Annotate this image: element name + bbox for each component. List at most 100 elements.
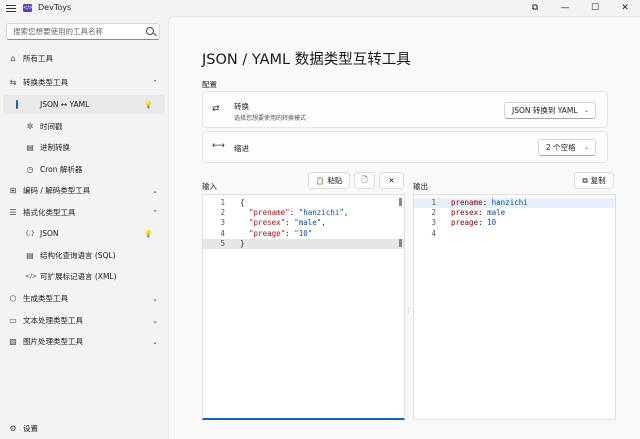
gear-icon: ⚙	[9, 423, 17, 433]
indent-title: 缩进	[234, 144, 249, 153]
code-token: :	[289, 208, 299, 218]
sidebar-group-graphic[interactable]: ▨ 图片处理类型工具 ⌄	[3, 332, 165, 351]
sidebar-item-json-yaml[interactable]: JSON ↔ YAML 💡	[3, 95, 165, 114]
code-token: prename	[451, 198, 483, 207]
code-text: }	[240, 239, 245, 249]
code-token: ,	[343, 208, 349, 218]
copy-label: 复制	[590, 176, 606, 185]
code-token: }	[240, 238, 245, 248]
paste-button[interactable]: 📋 粘贴	[308, 172, 350, 189]
code-token: "preage"	[249, 228, 286, 238]
sidebar-group-encoders[interactable]: ⊞ 编码 / 解码类型工具 ⌄	[3, 181, 165, 200]
sidebar-group-converters[interactable]: ⇆ 转换类型工具 ⌃	[3, 73, 165, 92]
sidebar-item-settings[interactable]: ⚙ 设置	[3, 419, 165, 438]
code-token: 10	[487, 218, 497, 228]
output-editor[interactable]: 1 prename: hanzichi 2 presex: male 3 preage: …	[413, 194, 616, 420]
sidebar-item-sql-formatter[interactable]: ▤ 结构化查询语言 (SQL)	[3, 246, 165, 265]
sidebar-item-timestamp[interactable]: ✲ 时间戳	[3, 117, 165, 136]
indent-dropdown[interactable]: 2 个空格 ⌄	[538, 139, 596, 156]
sidebar-item-xml-formatter[interactable]: </> 可扩展标记语言 (XML)	[3, 267, 165, 286]
sidebar-group-generators[interactable]: ⬡ 生成类型工具 ⌄	[3, 289, 165, 308]
code-line: 4	[414, 229, 615, 239]
sidebar-item-json-formatter[interactable]: {;} JSON 💡	[3, 224, 165, 243]
chevron-up-icon[interactable]: ⌃	[152, 209, 158, 217]
sidebar-item-label: 所有工具	[23, 54, 53, 63]
snap-layout-icon[interactable]: ⧉	[520, 0, 550, 16]
code-token: :	[285, 218, 295, 228]
search-input[interactable]	[7, 24, 137, 39]
hamburger-menu-icon[interactable]	[6, 3, 16, 13]
clear-button[interactable]: ✕	[379, 172, 404, 189]
line-number: 1	[431, 198, 436, 207]
line-number: 4	[431, 228, 436, 238]
sidebar-item-label: 文本处理类型工具	[23, 316, 83, 325]
search-box[interactable]	[6, 23, 160, 40]
maximize-button[interactable]: ☐	[580, 0, 610, 16]
sidebar-item-number-base[interactable]: ▤ 进制转换	[3, 138, 165, 157]
sidebar-item-label: 生成类型工具	[23, 294, 68, 303]
code-token: :	[478, 208, 488, 218]
chevron-down-icon[interactable]: ⌄	[152, 295, 158, 303]
code-text: "prename": "hanzichi",	[240, 208, 348, 218]
number-base-icon: ▤	[26, 142, 34, 152]
line-number: 3	[220, 218, 225, 228]
sidebar-item-label: 时间戳	[40, 122, 63, 131]
conversion-mode-value: JSON 转换到 YAML	[512, 106, 578, 115]
pane-splitter[interactable]: ⋮	[405, 307, 412, 315]
indent-icon: ⟷	[212, 141, 225, 151]
line-number: 3	[431, 218, 436, 228]
generator-icon: ⬡	[9, 293, 17, 303]
json-icon: {;}	[25, 229, 35, 237]
code-token: "10"	[294, 228, 313, 238]
input-editor[interactable]: 1{2 "prename": "hanzichi", 3 "presex": "m…	[202, 194, 405, 420]
conversion-setting-card: ⇄ 转换 选择您想要使用的转换模式 JSON 转换到 YAML ⌄	[202, 91, 608, 128]
sidebar-group-text[interactable]: ▭ 文本处理类型工具 ⌄	[3, 311, 165, 330]
code-text: "preage": "10"	[240, 229, 312, 239]
app-title: DevToys	[38, 3, 72, 12]
sidebar-item-label: 转换类型工具	[23, 78, 68, 87]
indent-setting-card: ⟷ 缩进 2 个空格 ⌄	[202, 131, 608, 163]
code-line: 1 prename: hanzichi	[414, 198, 615, 208]
text-icon: ▭	[9, 315, 17, 325]
sidebar-item-label: 结构化查询语言 (SQL)	[40, 251, 116, 260]
chevron-down-icon[interactable]: ⌄	[152, 338, 158, 346]
file-icon: 🗋	[361, 175, 368, 184]
chevron-down-icon[interactable]: ⌄	[152, 317, 158, 325]
sidebar-item-label: 设置	[23, 424, 38, 433]
search-icon[interactable]	[146, 27, 154, 35]
clock-icon: ◷	[26, 164, 34, 174]
sql-icon: ▤	[26, 250, 34, 260]
sidebar-group-formatters[interactable]: ☰ 格式化类型工具 ⌃	[3, 203, 165, 222]
code-text: prename: hanzichi	[451, 198, 528, 208]
sidebar-item-all-tools[interactable]: ⌂ 所有工具	[3, 49, 165, 68]
code-line: 2 "prename": "hanzichi",	[203, 208, 404, 218]
conversion-subtitle: 选择您想要使用的转换模式	[234, 115, 307, 122]
chevron-up-icon[interactable]: ⌃	[152, 79, 158, 87]
code-token: hanzichi	[491, 198, 528, 207]
open-file-button[interactable]: 🗋	[354, 172, 375, 189]
sidebar-item-cron-parser[interactable]: ◷ Cron 解析器	[3, 160, 165, 179]
convert-icon: ⇆	[9, 77, 17, 87]
input-label: 输入	[202, 182, 217, 191]
image-icon: ▨	[9, 336, 17, 346]
paste-label: 粘贴	[327, 176, 343, 185]
xml-icon: </>	[25, 272, 38, 280]
sidebar-item-label: 可扩展标记语言 (XML)	[40, 272, 117, 281]
line-number: 4	[220, 228, 225, 238]
code-token: :	[478, 218, 488, 228]
scrollbar-thumb[interactable]	[399, 198, 402, 206]
code-line: 2 presex: male	[414, 208, 615, 218]
copy-button[interactable]: ⧉ 复制	[574, 172, 614, 189]
chevron-down-icon[interactable]: ⌄	[152, 187, 158, 195]
code-token: "male"	[294, 218, 322, 228]
code-token: :	[285, 228, 295, 238]
sidebar-item-label: JSON	[40, 229, 59, 238]
close-button[interactable]: ✕	[610, 0, 640, 16]
encoder-icon: ⊞	[9, 185, 17, 195]
minimize-button[interactable]: —	[550, 0, 580, 16]
conversion-mode-dropdown[interactable]: JSON 转换到 YAML ⌄	[504, 102, 596, 119]
page-title: JSON / YAML 数据类型互转工具	[202, 52, 411, 68]
